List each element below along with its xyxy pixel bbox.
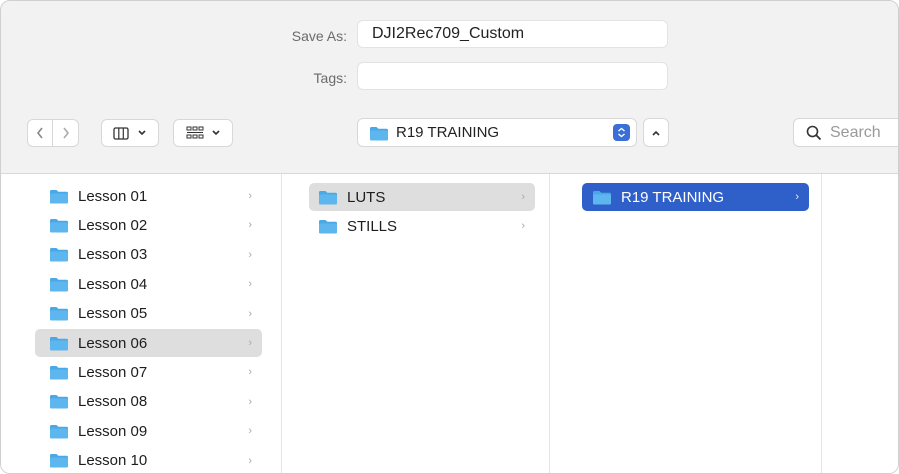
collapse-button[interactable] bbox=[643, 118, 669, 147]
location-popup[interactable]: R19 TRAINING bbox=[357, 118, 637, 147]
folder-icon bbox=[319, 190, 337, 204]
location-name: R19 TRAINING bbox=[396, 124, 500, 141]
chevron-right-icon: › bbox=[248, 307, 252, 320]
folder-row[interactable]: Lesson 03 › bbox=[35, 241, 262, 269]
forward-button[interactable] bbox=[53, 119, 79, 147]
save-as-label: Save As: bbox=[291, 28, 347, 44]
folder-row[interactable]: Lesson 06 › bbox=[35, 329, 262, 357]
browser-column-4 bbox=[822, 174, 898, 473]
browser-column-1: Lesson 01 › Lesson 02 › Lesson 03 › Lesson 04 ›… bbox=[1, 174, 282, 473]
chevron-down-icon bbox=[211, 130, 220, 136]
folder-icon bbox=[50, 336, 68, 350]
chevron-right-icon: › bbox=[248, 219, 252, 232]
chevron-right-icon: › bbox=[795, 191, 799, 203]
folder-label: LUTS bbox=[347, 188, 386, 206]
folder-icon bbox=[319, 219, 337, 234]
back-button[interactable] bbox=[27, 119, 53, 147]
folder-icon bbox=[50, 277, 68, 292]
folder-label: Lesson 03 bbox=[78, 246, 148, 264]
folder-icon bbox=[50, 189, 68, 203]
folder-label: STILLS bbox=[347, 217, 398, 235]
folder-icon bbox=[50, 307, 68, 321]
folder-row[interactable]: Lesson 08 › bbox=[35, 388, 262, 416]
folder-row[interactable]: Lesson 10 › bbox=[35, 447, 262, 473]
folder-icon bbox=[370, 127, 388, 141]
search-placeholder: Search bbox=[830, 124, 881, 141]
folder-icon bbox=[50, 424, 68, 439]
chevron-right-icon: › bbox=[248, 425, 252, 438]
tags-label: Tags: bbox=[313, 70, 347, 86]
chevron-right-icon bbox=[62, 127, 69, 139]
chevron-down-icon bbox=[138, 130, 146, 136]
chevron-right-icon: › bbox=[521, 220, 525, 233]
tags-field[interactable] bbox=[357, 62, 668, 90]
chevron-right-icon: › bbox=[248, 248, 252, 261]
chevron-left-icon bbox=[36, 127, 43, 139]
folder-row[interactable]: Lesson 09 › bbox=[35, 417, 262, 445]
folder-row[interactable]: Lesson 07 › bbox=[35, 358, 262, 386]
folder-icon bbox=[50, 365, 68, 380]
browser-column-3: R19 TRAINING › bbox=[550, 174, 822, 473]
dialog-header: Save As: Tags: R19 TRAININ bbox=[1, 1, 898, 174]
folder-row[interactable]: Lesson 05 › bbox=[35, 300, 262, 328]
view-columns-button[interactable] bbox=[101, 119, 159, 147]
folder-label: R19 TRAINING bbox=[621, 188, 725, 206]
folder-label: Lesson 02 bbox=[78, 216, 148, 234]
chevron-right-icon: › bbox=[248, 190, 252, 202]
folder-label: Lesson 09 bbox=[78, 422, 148, 440]
search-icon bbox=[806, 125, 822, 141]
save-dialog: Save As: Tags: R19 TRAININ bbox=[0, 0, 899, 474]
grid-group-icon bbox=[186, 126, 203, 139]
folder-icon bbox=[50, 454, 68, 468]
folder-row[interactable]: Lesson 04 › bbox=[35, 270, 262, 298]
chevron-right-icon: › bbox=[248, 454, 252, 467]
folder-row[interactable]: STILLS › bbox=[309, 212, 535, 240]
folder-icon bbox=[50, 395, 68, 409]
folder-label: Lesson 07 bbox=[78, 363, 148, 381]
folder-icon bbox=[593, 190, 611, 204]
popup-stepper-icon bbox=[613, 124, 630, 141]
folder-label: Lesson 10 bbox=[78, 452, 148, 470]
folder-row[interactable]: LUTS › bbox=[309, 183, 535, 211]
folder-label: Lesson 05 bbox=[78, 305, 148, 323]
folder-label: Lesson 01 bbox=[78, 187, 148, 205]
chevron-up-icon bbox=[652, 130, 660, 136]
folder-row[interactable]: Lesson 02 › bbox=[35, 211, 262, 239]
folder-row[interactable]: R19 TRAINING › bbox=[582, 183, 809, 211]
columns-view-icon bbox=[113, 126, 129, 140]
search-field[interactable]: Search bbox=[793, 118, 898, 147]
chevron-right-icon: › bbox=[248, 395, 252, 408]
folder-label: Lesson 08 bbox=[78, 393, 148, 411]
folder-label: Lesson 06 bbox=[78, 334, 148, 352]
browser-column-2: LUTS › STILLS › bbox=[282, 174, 550, 473]
folder-row[interactable]: Lesson 01 › bbox=[35, 182, 262, 210]
save-as-field[interactable] bbox=[357, 20, 668, 48]
group-button[interactable] bbox=[173, 119, 233, 147]
chevron-right-icon: › bbox=[248, 337, 252, 349]
chevron-right-icon: › bbox=[521, 191, 525, 203]
back-forward-control bbox=[27, 119, 79, 147]
folder-label: Lesson 04 bbox=[78, 275, 148, 293]
folder-icon bbox=[50, 218, 68, 233]
chevron-right-icon: › bbox=[248, 366, 252, 379]
chevron-right-icon: › bbox=[248, 278, 252, 291]
folder-icon bbox=[50, 248, 68, 262]
